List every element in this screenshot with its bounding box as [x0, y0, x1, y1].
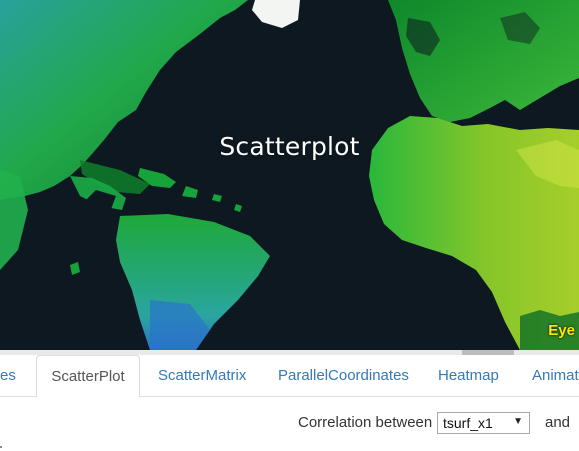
tab-previous[interactable]: es: [0, 355, 22, 397]
visualization-title: Scatterplot: [219, 132, 360, 161]
map-visualization[interactable]: Scatterplot Eye: [0, 0, 579, 350]
chevron-down-icon: ▼: [513, 416, 523, 427]
correlation-controls: Correlation between tsurf_x1 ▼ and: [0, 410, 579, 440]
variable-select[interactable]: tsurf_x1 ▼: [437, 412, 530, 434]
and-label: and: [545, 414, 571, 431]
correlation-label: Correlation between: [298, 414, 433, 431]
eye-badge: Eye: [548, 322, 575, 339]
tab-parallelcoordinates[interactable]: ParallelCoordinates: [278, 355, 418, 397]
tab-scattermatrix[interactable]: ScatterMatrix: [158, 355, 258, 397]
tab-scatterplot[interactable]: ScatterPlot: [36, 355, 140, 398]
decorative-dot: [0, 446, 2, 448]
world-map-image: [0, 0, 579, 350]
visualization-tabs: es ScatterPlot ScatterMatrix ParallelCoo…: [0, 355, 579, 398]
variable-select-value: tsurf_x1: [443, 415, 493, 431]
tab-animation[interactable]: Animati: [532, 355, 579, 397]
tab-heatmap[interactable]: Heatmap: [438, 355, 510, 397]
